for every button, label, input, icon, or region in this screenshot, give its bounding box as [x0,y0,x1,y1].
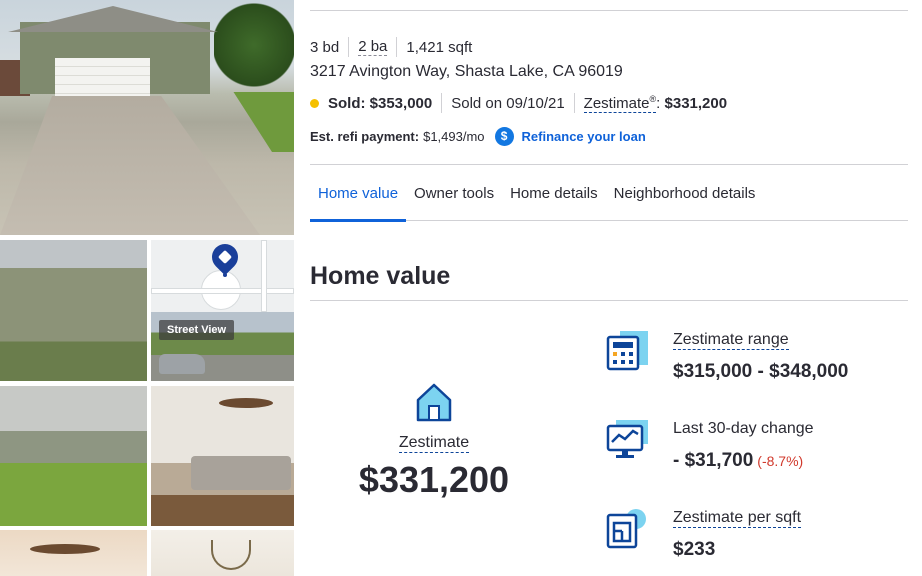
sqft-fact: 1,421 sqft [387,37,472,57]
refi-amount: $1,493/mo [423,128,485,144]
sold-price: Sold: $353,000 [328,94,433,112]
zestimate-value: $331,200 [358,459,510,500]
last-30-day-change-row: - $31,700 (-8.7%) [673,450,803,472]
ceiling-fan [219,398,273,408]
refi-label: Est. refi payment: [310,128,420,144]
photo-house-side[interactable] [0,386,147,526]
property-address: 3217 Avington Way, Shasta Lake, CA 96019 [310,63,623,80]
heading-divider [310,300,908,301]
details-panel: 3 bd 2 ba 1,421 sqft 3217 Avington Way, … [310,0,908,576]
monitor-chart-icon [606,418,650,462]
photo-tree [214,0,294,100]
last-30-day-change-stat: Last 30-day change - $31,700 (-8.7%) [606,418,906,478]
house-icon [414,380,454,424]
map-road [151,288,294,294]
last-30-day-change-value: - $31,700 [673,450,754,471]
photo-dining-room[interactable] [151,530,294,576]
zestimate-per-sqft-value: $233 [673,539,716,560]
sold-status-dot-icon [310,98,319,108]
photo-roof [8,6,218,32]
status-separator [441,93,443,113]
sale-status-row: Sold: $353,000 Sold on 09/10/21 Zestimat… [310,93,727,113]
fact-separator [348,37,350,57]
photo-bedroom[interactable] [0,530,147,576]
tab-home-value[interactable]: Home value [310,165,407,222]
zestimate-per-sqft-label[interactable]: Zestimate per sqft [673,509,802,528]
refi-row: Est. refi payment: $1,493/mo $ Refinance… [310,126,646,146]
detail-tabs: Home value Owner tools Home details Neig… [310,165,908,222]
zestimate-label: Zestimate [583,94,650,112]
tab-neighborhood-details[interactable]: Neighborhood details [606,165,764,221]
sold-date: Sold on 09/10/21 [451,94,565,112]
ceiling-fan [30,544,100,554]
photo-garage-door [55,58,150,96]
map-thumbnail[interactable]: Street View [151,240,294,381]
location-dot [223,273,227,277]
chandelier [211,540,251,570]
photo-driveway [0,96,260,235]
tab-owner-tools[interactable]: Owner tools [406,165,502,221]
zestimate-per-sqft-stat: Zestimate per sqft $233 [606,507,906,567]
top-divider [310,10,908,11]
home-value-heading: Home value [310,262,451,290]
baths-value[interactable]: 2 ba [358,38,388,56]
zestimate-colon: : [656,94,665,112]
main-photo-house-exterior[interactable] [0,0,294,235]
baths-fact: 2 ba [339,37,388,57]
tab-home-details[interactable]: Home details [502,165,606,221]
street-view-label[interactable]: Street View [159,320,235,340]
refinance-link[interactable]: Refinance your loan [522,129,646,144]
zestimate-range-value: $315,000 - $348,000 [673,361,849,382]
status-separator [573,93,575,113]
map-road [261,240,267,312]
zestimate-label-link[interactable]: Zestimate [398,434,470,453]
calculator-icon [606,329,650,373]
zestimate-range-label[interactable]: Zestimate range [673,331,789,350]
sqft-value: 1,421 sqft [406,38,473,56]
photo-sofa [191,456,291,490]
zestimate-link[interactable]: Zestimate® [583,93,657,113]
zestimate-range-stat: Zestimate range $315,000 - $348,000 [606,329,906,389]
zestimate-header-value: $331,200 [664,94,728,112]
photo-car [159,354,205,374]
home-facts: 3 bd 2 ba 1,421 sqft [310,37,472,57]
photo-lawn [233,92,294,152]
beds-fact: 3 bd [310,39,339,56]
location-pin-icon [206,240,244,276]
registered-mark: ® [649,93,657,104]
dollar-icon[interactable]: $ [494,126,514,146]
blueprint-icon [606,507,650,551]
photo-front-porch[interactable] [0,240,147,381]
last-30-day-change-percent: (-8.7%) [757,453,804,469]
fact-separator [396,37,398,57]
beds-value: 3 bd [310,38,340,56]
last-30-day-change-label: Last 30-day change [673,420,814,437]
zestimate-summary: Zestimate $331,200 [350,380,518,501]
photo-gallery: Street View [0,0,294,576]
photo-living-room[interactable] [151,386,294,526]
